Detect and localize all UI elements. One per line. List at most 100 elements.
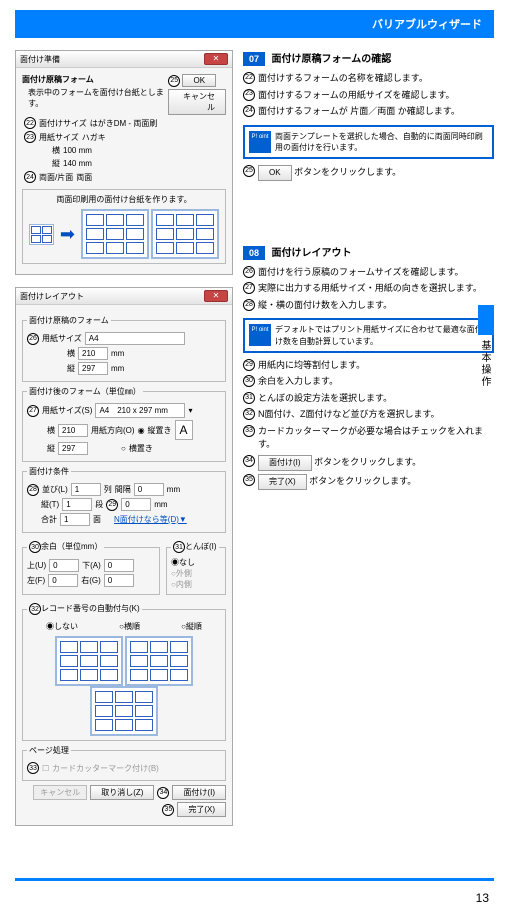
- input[interactable]: 0: [134, 483, 164, 496]
- lbl: 上(U): [27, 560, 46, 571]
- callout-25: 25: [243, 165, 255, 177]
- description: 表示中のフォームを面付け台紙とします。: [28, 87, 168, 109]
- callout-22: 22: [243, 72, 255, 84]
- instruction: 用紙内に均等割付します。: [258, 359, 365, 373]
- instruction: 余白を入力します。: [258, 375, 338, 389]
- point-callout: P! oint 両面テンプレートを選択した場合、自動的に両面同時印刷用の面付けを…: [243, 125, 494, 159]
- page-number: 13: [15, 891, 494, 905]
- h-value[interactable]: 297: [58, 442, 88, 455]
- field-label: 縦(T): [41, 499, 59, 510]
- instruction: 面付けを行う原稿のフォームサイズを確認します。: [258, 266, 464, 280]
- callout-31: 31: [243, 392, 255, 404]
- opt: なし: [179, 558, 195, 567]
- page-header: バリアブルウィザード: [15, 10, 494, 38]
- callout-35: 35: [243, 474, 255, 486]
- instruction: 縦・横の面付け数を入力します。: [258, 299, 392, 313]
- callout-26: 26: [27, 333, 39, 345]
- callout-33: 33: [243, 425, 255, 437]
- unit: mm: [111, 364, 124, 373]
- imposition-button[interactable]: 面付け(I): [172, 785, 226, 800]
- instruction: カードカッターマークが必要な場合はチェックを入れます。: [258, 425, 494, 452]
- group-label: ページ処理: [27, 745, 71, 756]
- point-text: デフォルトではプリント用紙サイズに合わせて最適な面付け数を自動計算しています。: [275, 324, 488, 346]
- description: 両面印刷用の面付け台紙を作ります。: [27, 194, 221, 205]
- w-value[interactable]: 210: [58, 424, 88, 437]
- field-label: 用紙サイズ: [39, 132, 79, 143]
- field-value: はがきDM - 両面刷: [90, 118, 158, 129]
- callout-29: 29: [106, 499, 118, 511]
- sum-value: 1: [60, 513, 90, 526]
- orientation-icon: A: [175, 420, 193, 440]
- radio[interactable]: ◉: [46, 622, 54, 631]
- step-badge: 07: [243, 52, 265, 66]
- ok-button-ref: OK: [258, 165, 292, 181]
- ok-button[interactable]: OK: [182, 74, 216, 87]
- thumb-before: [29, 224, 54, 245]
- gap-label: 間隔: [115, 484, 131, 495]
- group-label: 面付け条件: [27, 466, 71, 477]
- cancel-button[interactable]: キャンセル: [168, 89, 226, 115]
- undo-button[interactable]: 取り消し(Z): [90, 785, 154, 800]
- opt-portrait: 縦置き: [148, 425, 172, 436]
- callout-34: 34: [243, 455, 255, 467]
- radio[interactable]: ◉: [171, 558, 179, 567]
- field-value: ハガキ: [82, 132, 106, 143]
- point-text: 両面テンプレートを選択した場合、自動的に両面同時印刷用の面付けを行います。: [275, 131, 488, 153]
- field-label: 用紙サイズ(S): [42, 405, 92, 416]
- callout-34: 34: [157, 787, 169, 799]
- lbl: 右(G): [81, 575, 101, 586]
- callout-28: 28: [27, 484, 39, 496]
- input[interactable]: 0: [48, 574, 78, 587]
- instruction: ボタンをクリックします。: [307, 476, 417, 486]
- w-label: 横: [67, 348, 75, 359]
- h-label: 縦: [52, 158, 60, 169]
- done-button[interactable]: 完了(X): [177, 802, 226, 817]
- order-thumb: [125, 636, 193, 686]
- side-tab: [478, 305, 494, 335]
- input[interactable]: 0: [49, 559, 79, 572]
- input[interactable]: 0: [104, 559, 134, 572]
- dialog-title: 面付け準備: [20, 54, 60, 65]
- radio[interactable]: ◉: [138, 426, 145, 435]
- point-callout: P! oint デフォルトではプリント用紙サイズに合わせて最適な面付け数を自動計…: [243, 318, 494, 352]
- field-label: 用紙サイズ: [42, 333, 82, 344]
- close-icon[interactable]: ✕: [204, 53, 228, 65]
- instruction: 実際に出力する用紙サイズ・用紙の向きを選択します。: [258, 282, 482, 296]
- step-title: 面付け原稿フォームの確認: [272, 54, 392, 65]
- point-icon: P! oint: [249, 324, 271, 346]
- instruction: 面付けするフォームの名称を確認します。: [258, 72, 428, 86]
- dialog-imposition-layout: 面付けレイアウト ✕ 面付け原稿のフォーム 26 用紙サイズ A4: [15, 287, 233, 826]
- radio[interactable]: ○: [121, 444, 126, 453]
- dropdown-icon[interactable]: ▾: [188, 406, 192, 415]
- unit: 段: [95, 499, 103, 510]
- field-label: 面付け原稿フォーム: [22, 74, 168, 85]
- callout-28: 28: [243, 299, 255, 311]
- input[interactable]: 1: [62, 498, 92, 511]
- unit: 面: [93, 514, 101, 525]
- input[interactable]: 0: [121, 498, 151, 511]
- group-label: レコード番号の自動付与(K): [41, 604, 140, 613]
- lbl: 左(F): [27, 575, 45, 586]
- thumb-after-2: [151, 209, 219, 259]
- h-label: 縦: [47, 443, 55, 454]
- paper-size-select[interactable]: A4 210 x 297 mm: [95, 403, 185, 418]
- callout-33: 33: [27, 762, 39, 774]
- button-ref: 面付け(I): [258, 455, 312, 471]
- field-label: 合計: [41, 514, 57, 525]
- opt: 横順: [124, 622, 140, 631]
- callout-23: 23: [24, 131, 36, 143]
- callout-23: 23: [243, 89, 255, 101]
- step-title: 面付けレイアウト: [272, 248, 352, 259]
- close-icon[interactable]: ✕: [204, 290, 228, 302]
- h-value: 297: [78, 362, 108, 375]
- callout-30: 30: [29, 541, 41, 553]
- equal-split-link[interactable]: N面付けなら等(D)▼: [114, 514, 187, 525]
- callout-27: 27: [27, 405, 39, 417]
- callout-32: 32: [29, 603, 41, 615]
- group-label: 面付け後のフォーム（単位㎜）: [27, 386, 143, 397]
- field-label: 並び(L): [42, 484, 68, 495]
- input[interactable]: 0: [104, 574, 134, 587]
- callout-27: 27: [243, 282, 255, 294]
- h-val: 140 mm: [63, 159, 92, 168]
- input[interactable]: 1: [71, 483, 101, 496]
